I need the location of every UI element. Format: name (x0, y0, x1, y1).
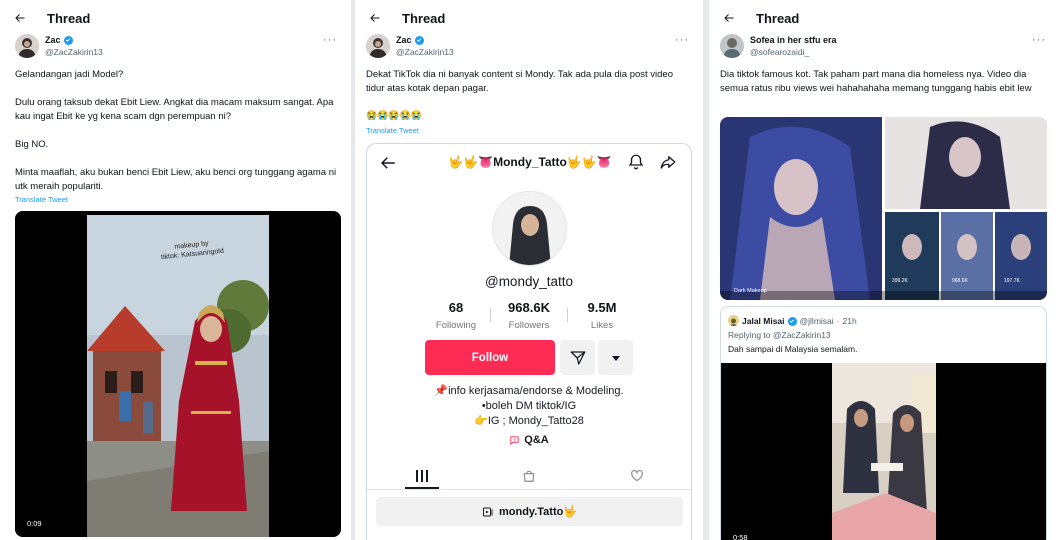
video-duration: 0:58 (730, 532, 751, 540)
author-handle[interactable]: @ZacZakirin13 (396, 47, 454, 57)
thread-header: Thread (355, 0, 703, 36)
quote-video[interactable]: 0:58 (721, 363, 1046, 540)
more-options-icon[interactable]: ··· (675, 34, 689, 46)
tweet-author: Zac @ZacZakirin13 ··· (15, 34, 341, 60)
author-name[interactable]: Zac (45, 35, 73, 45)
qa-icon: ? (510, 435, 519, 445)
tweet-author: Zac @ZacZakirin13 ··· (366, 34, 693, 60)
quote-avatar (728, 315, 739, 326)
tiktok-profile-name: 🤟🤟👅Mondy_Tatto🤟🤟👅 (448, 155, 612, 169)
more-options-icon[interactable]: ··· (1032, 34, 1046, 46)
svg-text:?: ? (513, 437, 516, 442)
tiktok-qa: ? Q&A (367, 433, 691, 447)
thread-header: Thread (709, 0, 1060, 36)
tiktok-back-icon (379, 154, 397, 177)
bell-icon (627, 153, 645, 176)
tiktok-avatar (492, 191, 567, 266)
dot-separator: · (836, 316, 840, 326)
send-icon (570, 350, 585, 365)
tiktok-follow-button: Follow (425, 340, 555, 375)
more-options-icon[interactable]: ··· (323, 34, 337, 46)
header-title: Thread (756, 10, 800, 26)
collage-label: Dark Makeup (734, 288, 767, 294)
author-handle[interactable]: @sofearozaidi_ (750, 47, 809, 57)
view-count: 399.2K (892, 278, 908, 284)
header-title: Thread (47, 10, 91, 26)
back-arrow-icon[interactable] (723, 10, 739, 26)
quote-author-name: Jalal Misai (742, 316, 785, 326)
translate-link[interactable]: Translate Tweet (15, 195, 68, 204)
tiktok-bio-line: 👉IG ; Mondy_Tatto28 (474, 415, 584, 427)
video-duration: 0:09 (24, 518, 45, 529)
videos-grid-icon (412, 466, 432, 486)
verified-badge-icon (414, 35, 424, 45)
quote-text: Dah sampai di Malaysia semalam. (728, 344, 858, 354)
tiktok-bio-line: 📌info kerjasama/endorse & Modeling. (434, 385, 624, 397)
tiktok-bio-line: •boleh DM tiktok/IG (481, 400, 577, 412)
translate-link[interactable]: Translate Tweet (366, 126, 419, 135)
replying-to: Replying to @ZacZakirin13 (728, 330, 831, 340)
collage-images (720, 117, 1047, 300)
back-arrow-icon[interactable] (14, 10, 30, 26)
tiktok-playlist: mondy.Tatto🤟 (376, 497, 683, 526)
tiktok-topbar: 🤟🤟👅Mondy_Tatto🤟🤟👅 (367, 152, 691, 176)
playlist-icon (482, 507, 493, 516)
avatar[interactable] (720, 34, 744, 58)
active-tab-indicator (405, 487, 439, 489)
stat-following: 68 Following (435, 300, 477, 331)
shop-bag-icon (519, 466, 539, 486)
stat-likes: 9.5M Likes (587, 300, 617, 331)
author-name[interactable]: Zac (396, 35, 424, 45)
image-collage[interactable]: Dark Makeup 399.2K 968.6K 197.7K (720, 117, 1047, 300)
tiktok-username: @mondy_tatto (484, 274, 573, 289)
thread-header: Thread (0, 0, 351, 36)
video-player[interactable]: makeup by tiktok: Katsuaringold 0:09 (15, 211, 341, 537)
thread-panel-2: Thread Zac @ZacZakirin13 ··· Dekat TikTo… (355, 0, 703, 540)
author-handle[interactable]: @ZacZakirin13 (45, 47, 103, 57)
view-count: 968.6K (952, 278, 968, 284)
verified-badge-icon (787, 316, 797, 326)
quote-time: 21h (842, 316, 857, 326)
quoted-tweet[interactable]: Jalal Misai @jllmisai · 21h Replying to … (720, 306, 1047, 540)
quote-author: Jalal Misai @jllmisai · 21h (742, 316, 857, 326)
verified-badge-icon (63, 35, 73, 45)
tweet-text: Gelandangan jadi Model? Dulu orang taksu… (15, 69, 337, 192)
author-name[interactable]: Sofea in her stfu era (750, 35, 837, 45)
avatar[interactable] (366, 34, 390, 58)
send-message-button (560, 340, 595, 375)
stat-followers: 968.6K Followers (508, 300, 550, 331)
tiktok-tabs (367, 460, 691, 490)
thread-panel-1: Thread Zac @ZacZakirin13 ··· Gelandangan… (0, 0, 351, 540)
tweet-text: Dia tiktok famous kot. Tak paham part ma… (720, 69, 1032, 94)
tweet-emojis: 😭😭😭😭😭 (366, 110, 423, 120)
liked-heart-icon (627, 466, 647, 486)
caret-down-icon (611, 355, 620, 361)
view-count: 197.7K (1004, 278, 1020, 284)
share-icon (659, 153, 677, 176)
back-arrow-icon[interactable] (369, 10, 385, 26)
tiktok-profile-screenshot[interactable]: 🤟🤟👅Mondy_Tatto🤟🤟👅 @mondy_tatto 68 Follow… (366, 143, 692, 540)
header-title: Thread (402, 10, 446, 26)
stat-divider (490, 308, 491, 322)
quote-video-frame (721, 363, 1046, 540)
quote-author-handle: @jllmisai (799, 316, 834, 326)
tweet-author: Sofea in her stfu era @sofearozaidi_ ··· (720, 34, 1050, 60)
dropdown-button (598, 340, 633, 375)
avatar[interactable] (15, 34, 39, 58)
thread-panel-3: Thread Sofea in her stfu era @sofearozai… (709, 0, 1060, 540)
tweet-text: Dekat TikTok dia ni banyak content si Mo… (366, 69, 673, 94)
